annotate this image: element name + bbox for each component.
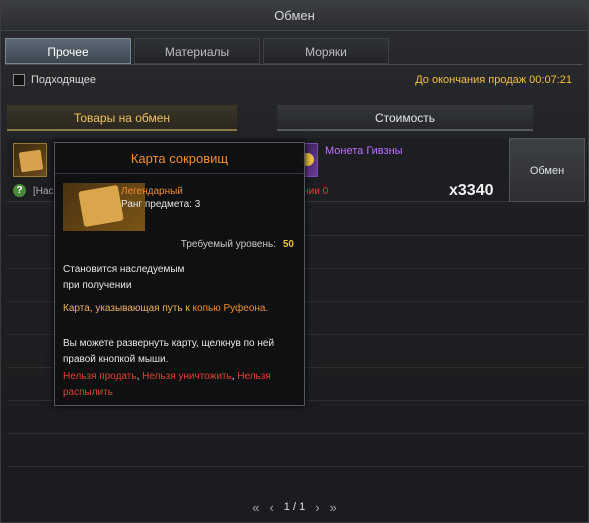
tab-other[interactable]: Прочее <box>5 38 131 64</box>
treasure-map-icon[interactable] <box>13 143 47 177</box>
required-level-label: Требуемый уровень: <box>180 239 276 250</box>
tab-sailors[interactable]: Моряки <box>263 38 389 64</box>
item-name: [Нас <box>33 186 54 197</box>
required-level-value: 50 <box>282 239 294 250</box>
bind-info-line1: Становится наследуемым <box>63 264 185 275</box>
restriction-destroy: Нельзя уничтожить <box>142 371 232 382</box>
tab-divider <box>5 64 583 65</box>
prev-page-icon[interactable]: ‹ <box>269 500 273 515</box>
tab-materials[interactable]: Материалы <box>134 38 260 64</box>
category-tabs: Прочее Материалы Моряки <box>5 38 389 64</box>
item-tooltip: Карта сокровищ Легендарный Ранг предмета… <box>54 142 305 406</box>
goods-column-header: Товары на обмен <box>7 105 237 131</box>
item-grade: Легендарный <box>121 186 183 197</box>
next-page-icon[interactable]: › <box>315 500 319 515</box>
suitable-checkbox[interactable] <box>13 74 25 86</box>
first-page-icon[interactable]: « <box>252 500 259 515</box>
description-highlight: копью Руфеона <box>192 303 266 314</box>
restriction-sell: Нельзя продать <box>63 371 137 382</box>
filter-suitable[interactable]: Подходящее <box>13 72 96 88</box>
title-bar[interactable]: Обмен <box>1 1 588 31</box>
item-description: Карта, указывающая путь к копью Руфеона. <box>63 303 268 314</box>
restrictions: Нельзя продать, Нельзя уничтожить, Нельз… <box>63 369 301 401</box>
cost-column-header: Стоимость <box>277 105 533 131</box>
description-text: Карта, указывающая путь к <box>63 303 193 314</box>
bind-info-line2: при получении <box>63 280 132 291</box>
window-title: Обмен <box>274 8 315 23</box>
usage-hint: Вы можете развернуть карту, щелкнув по н… <box>63 338 275 365</box>
tooltip-title: Карта сокровищ <box>55 143 304 174</box>
sale-timer: До окончания продаж 00:07:21 <box>415 74 572 86</box>
suitable-label: Подходящее <box>31 74 96 86</box>
empty-row <box>7 434 585 467</box>
exchange-button[interactable]: Обмен <box>509 138 585 202</box>
exchange-window: Обмен Прочее Материалы Моряки Подходящее… <box>0 0 589 523</box>
pagination: « ‹ 1 / 1 › » <box>1 497 588 517</box>
last-page-icon[interactable]: » <box>330 500 337 515</box>
question-icon[interactable]: ? <box>13 184 26 197</box>
page-indicator: 1 / 1 <box>283 501 306 513</box>
description-end: . <box>265 303 269 314</box>
cost-quantity: x3340 <box>449 182 494 199</box>
cost-item-name: Монета Гивзны <box>325 145 403 157</box>
item-rank: Ранг предмета: 3 <box>121 199 201 210</box>
